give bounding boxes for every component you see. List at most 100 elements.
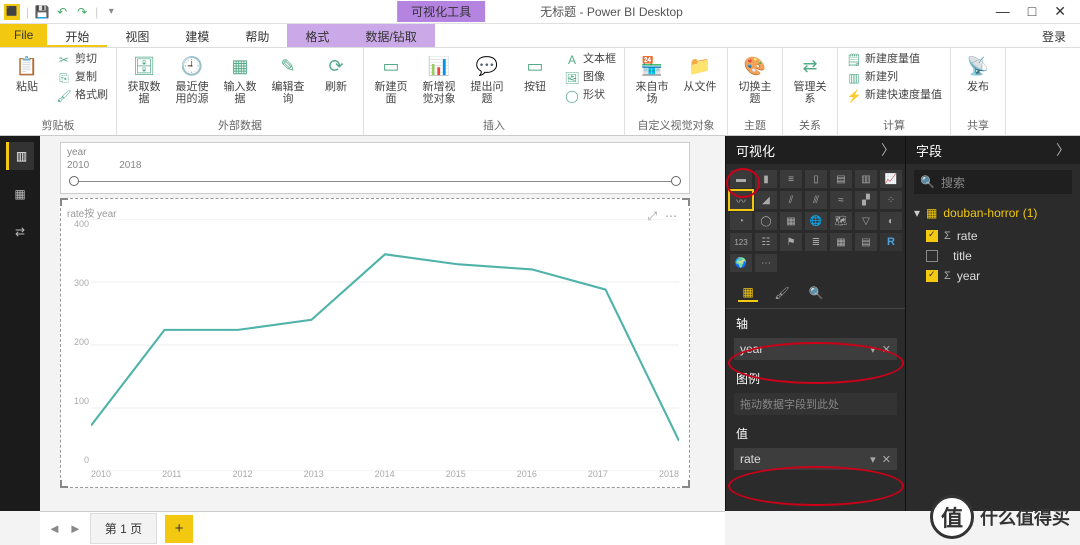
new-page-button[interactable]: ▭新建页面	[372, 52, 410, 105]
viz-stacked-area-icon[interactable]: ◢	[755, 191, 777, 209]
prev-page-icon[interactable]: ◄	[48, 521, 61, 536]
paste-button[interactable]: 📋粘贴	[8, 52, 46, 94]
recent-sources-button[interactable]: 🕘最近使用的源	[173, 52, 211, 105]
tab-help[interactable]: 帮助	[227, 24, 287, 47]
tab-home[interactable]: 开始	[47, 24, 107, 47]
publish-button[interactable]: 📡发布	[959, 52, 997, 94]
textbox-button[interactable]: A文本框	[564, 52, 616, 68]
new-measure-button[interactable]: 🗒新建度量值	[846, 52, 920, 68]
line-chart-visual[interactable]: rate按 year ⤢ ⋯ 400 300 200 100 0	[60, 198, 690, 488]
next-page-icon[interactable]: ►	[69, 521, 82, 536]
viz-clustered-column-icon[interactable]: ▯	[805, 170, 827, 188]
tab-view[interactable]: 视图	[107, 24, 167, 47]
table-header[interactable]: ▾ ▦ douban-horror (1)	[906, 200, 1080, 226]
legend-well-placeholder[interactable]: 拖动数据字段到此处	[734, 393, 897, 415]
viz-stacked-column-icon[interactable]: ▮	[755, 170, 777, 188]
window-maximize-icon[interactable]: □	[1028, 3, 1036, 20]
viz-slicer-icon[interactable]: ≣	[805, 233, 827, 251]
slicer-handle-left[interactable]	[69, 176, 79, 186]
qat-dropdown-icon[interactable]: ▾	[104, 5, 118, 19]
viz-treemap-icon[interactable]: ▦	[780, 212, 802, 230]
viz-area-icon[interactable]: 〰	[730, 191, 752, 209]
viz-line-icon[interactable]: 📈	[880, 170, 902, 188]
model-view-icon[interactable]: ⇄	[6, 218, 34, 246]
switch-theme-button[interactable]: 🎨切换主题	[736, 52, 774, 105]
field-row-rate[interactable]: Σ rate	[906, 226, 1080, 246]
viz-stacked-bar-icon[interactable]: ▬	[730, 170, 752, 188]
viz-card-icon[interactable]: 123	[730, 233, 752, 251]
viz-waterfall-icon[interactable]: ▞	[855, 191, 877, 209]
edit-queries-button[interactable]: ✎编辑查询	[269, 52, 307, 105]
field-row-title[interactable]: title	[906, 246, 1080, 266]
login-link[interactable]: 登录	[1028, 24, 1080, 47]
axis-field-pill[interactable]: year ▾ ✕	[734, 338, 897, 360]
file-menu[interactable]: File	[0, 24, 47, 47]
viz-combo2-icon[interactable]: ⫻	[805, 191, 827, 209]
slicer-handle-right[interactable]	[671, 176, 681, 186]
tab-format[interactable]: 格式	[287, 24, 347, 47]
report-canvas[interactable]: year 2010 2018 rate按 year ⤢ ⋯ 400	[40, 136, 725, 511]
fields-search-input[interactable]: 🔍 搜索	[914, 170, 1072, 194]
viz-kpi-icon[interactable]: ⚑	[780, 233, 802, 251]
report-view-icon[interactable]: ▥	[6, 142, 34, 170]
shapes-button[interactable]: ◯形状	[564, 88, 605, 104]
viz-pie-icon[interactable]: ◔	[730, 212, 752, 230]
redo-icon[interactable]: ↷	[75, 5, 89, 19]
analytics-tab-icon[interactable]: 🔍	[806, 284, 826, 302]
new-quick-measure-button[interactable]: ⚡新建快速度量值	[846, 88, 942, 104]
checkbox-icon[interactable]	[926, 250, 938, 262]
checkbox-icon[interactable]	[926, 230, 938, 242]
undo-icon[interactable]: ↶	[55, 5, 69, 19]
enter-data-button[interactable]: ▦输入数据	[221, 52, 259, 105]
viz-donut-icon[interactable]: ◯	[755, 212, 777, 230]
buttons-button[interactable]: ▭按钮	[516, 52, 554, 94]
viz-table-icon[interactable]: ▦	[830, 233, 852, 251]
viz-map-icon[interactable]: 🌐	[805, 212, 827, 230]
add-page-button[interactable]: +	[165, 515, 193, 543]
data-view-icon[interactable]: ▦	[6, 180, 34, 208]
format-tab-icon[interactable]: 🖌	[772, 284, 792, 302]
field-row-year[interactable]: Σ year	[906, 266, 1080, 286]
checkbox-icon[interactable]	[926, 270, 938, 282]
viz-scatter-icon[interactable]: ⁘	[880, 191, 902, 209]
remove-field-icon[interactable]: ✕	[882, 454, 891, 466]
viz-100-column-icon[interactable]: ▥	[855, 170, 877, 188]
viz-ribbon-icon[interactable]: ≈	[830, 191, 852, 209]
chevron-down-icon[interactable]: ▾	[870, 344, 876, 356]
viz-matrix-icon[interactable]: ▤	[855, 233, 877, 251]
viz-multi-card-icon[interactable]: ☷	[755, 233, 777, 251]
tab-modeling[interactable]: 建模	[167, 24, 227, 47]
format-painter-button[interactable]: 🖌格式刷	[56, 88, 108, 104]
window-minimize-icon[interactable]: —	[996, 3, 1010, 20]
viz-import-icon[interactable]: ⋯	[755, 254, 777, 272]
from-file-button[interactable]: 📁从文件	[681, 52, 719, 94]
viz-arcgis-icon[interactable]: 🌍	[730, 254, 752, 272]
ask-question-button[interactable]: 💬提出问题	[468, 52, 506, 105]
chevron-down-icon[interactable]: ▾	[870, 454, 876, 466]
collapse-panel-icon[interactable]: 〉	[881, 140, 895, 160]
page-tab-1[interactable]: 第 1 页	[90, 513, 157, 544]
viz-combo1-icon[interactable]: ⫽	[780, 191, 802, 209]
refresh-button[interactable]: ⟳刷新	[317, 52, 355, 94]
viz-gauge-icon[interactable]: ◐	[880, 212, 902, 230]
fields-tab-icon[interactable]: ▦	[738, 284, 758, 302]
new-column-button[interactable]: ▥新建列	[846, 70, 898, 86]
remove-field-icon[interactable]: ✕	[882, 344, 891, 356]
values-field-pill[interactable]: rate ▾ ✕	[734, 448, 897, 470]
year-slicer[interactable]: year 2010 2018	[60, 142, 690, 194]
viz-r-icon[interactable]: R	[880, 233, 902, 251]
viz-clustered-bar-icon[interactable]: ≡	[780, 170, 802, 188]
image-button[interactable]: 🖼图像	[564, 70, 605, 86]
get-data-button[interactable]: 🗄获取数据	[125, 52, 163, 105]
collapse-panel-icon[interactable]: 〉	[1056, 140, 1070, 160]
copy-button[interactable]: ⎘复制	[56, 70, 97, 86]
tab-data-drill[interactable]: 数据/钻取	[347, 24, 434, 47]
save-icon[interactable]: 💾	[35, 5, 49, 19]
viz-filled-map-icon[interactable]: 🗺	[830, 212, 852, 230]
new-visual-button[interactable]: 📊新增视觉对象	[420, 52, 458, 105]
from-marketplace-button[interactable]: 🏪来自市场	[633, 52, 671, 105]
viz-funnel-icon[interactable]: ▽	[855, 212, 877, 230]
manage-relationships-button[interactable]: ⇄管理关系	[791, 52, 829, 105]
cut-button[interactable]: ✂剪切	[56, 52, 97, 68]
viz-100-bar-icon[interactable]: ▤	[830, 170, 852, 188]
